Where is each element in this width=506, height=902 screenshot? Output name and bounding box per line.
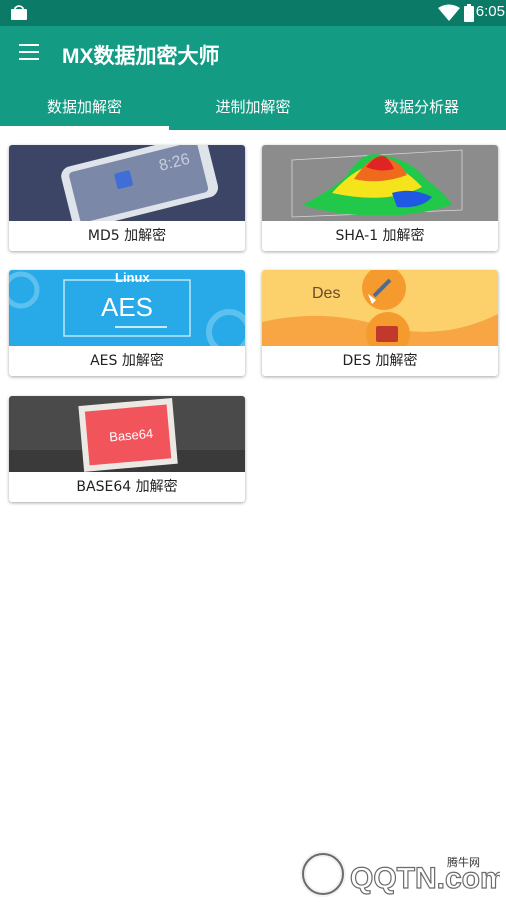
card-sha1[interactable]: SHA-1 加解密 [262,145,498,251]
card-des[interactable]: Des DES 加解密 [262,270,498,376]
aes-image-text: AES [101,292,153,322]
wifi-icon [438,4,460,21]
app-bar: MX数据加密大师 数据加解密 进制加解密 数据分析器 [0,26,506,130]
tab-bar: 数据加解密 进制加解密 数据分析器 [0,86,506,130]
status-time: 6:05 [475,3,505,20]
card-sha1-label: SHA-1 加解密 [335,228,425,244]
watermark-small-text: 腾牛网 [447,856,480,869]
base64-image: Base64 [9,396,245,472]
sha1-image [262,145,498,221]
app-title: MX数据加密大师 [62,45,220,68]
card-aes-label: AES 加解密 [90,353,164,369]
status-bar: 6:05 [0,0,506,26]
tab-indicator [0,126,169,130]
aes-image-badge: Linux [115,270,150,285]
des-image-text: Des [312,285,340,302]
card-des-label: DES 加解密 [342,353,418,369]
shopping-bag-icon [11,5,27,20]
md5-image: 8:26 [9,145,245,221]
card-base64-label: BASE64 加解密 [76,479,178,495]
card-md5-label: MD5 加解密 [87,228,167,244]
card-base64[interactable]: Base64 BASE64 加解密 [9,396,245,502]
tab-radix-crypto[interactable]: 进制加解密 [169,86,337,130]
aes-image: AES Linux [9,270,245,346]
card-aes[interactable]: AES Linux AES 加解密 [9,270,245,376]
menu-icon[interactable] [19,44,39,62]
des-image: Des [262,270,498,346]
tab-data-crypto[interactable]: 数据加解密 [0,86,169,130]
tab-data-analyzer[interactable]: 数据分析器 [337,86,506,130]
card-md5[interactable]: 8:26 MD5 加解密 [9,145,245,251]
